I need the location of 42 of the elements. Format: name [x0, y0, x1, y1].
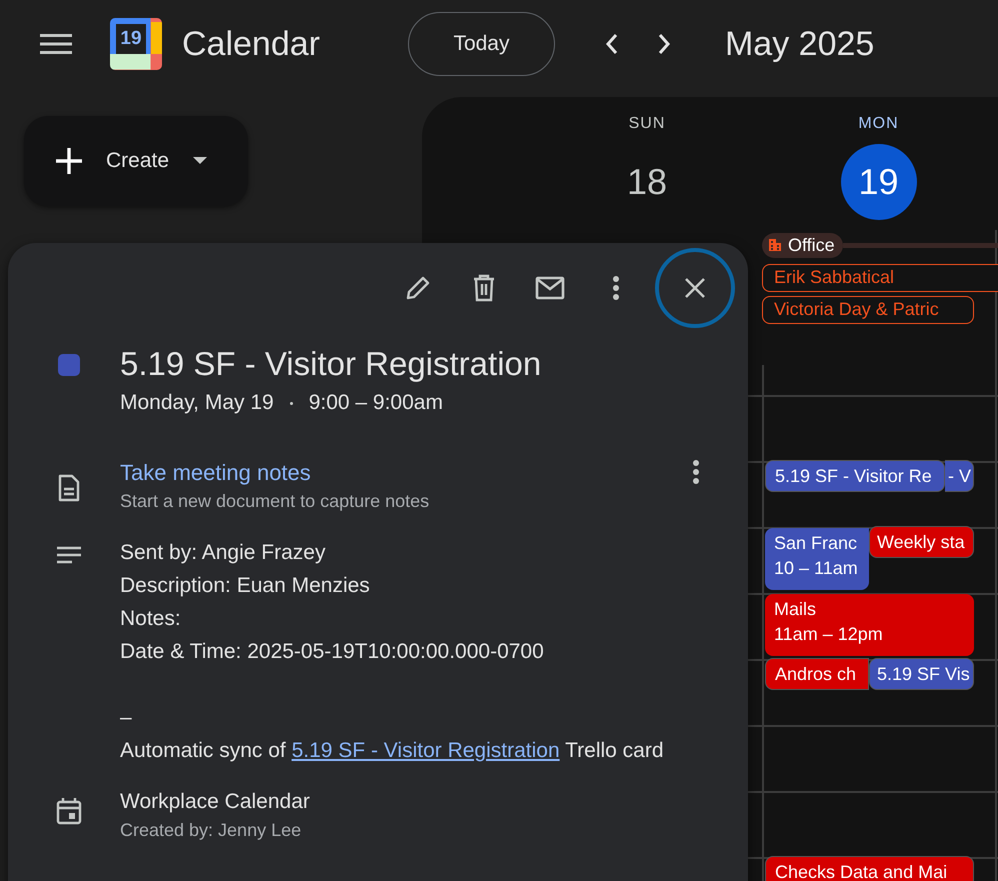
trello-card-link[interactable]: 5.19 SF - Visitor Registration — [292, 739, 560, 762]
current-period: May 2025 — [724, 24, 874, 64]
calendar-event[interactable]: Weekly sta — [869, 526, 974, 558]
menu-icon[interactable] — [40, 32, 72, 56]
building-icon — [768, 238, 782, 252]
calendar-event[interactable]: Andros ch — [765, 658, 869, 690]
weekday-label: MON — [858, 115, 899, 134]
calendar-event[interactable]: - V — [945, 460, 974, 492]
take-notes-link[interactable]: Take meeting notes — [120, 458, 311, 488]
description-icon — [56, 546, 82, 564]
event-time: 9:00 – 9:00am — [308, 390, 443, 416]
working-location-chip[interactable]: Office — [762, 232, 843, 258]
event-date: Monday, May 19 — [120, 390, 274, 416]
all-day-event[interactable]: Erik Sabbatical — [762, 264, 998, 292]
description-line: Description: Euan Menzies — [120, 573, 371, 599]
event-creator: Created by: Jenny Lee — [120, 819, 302, 842]
weekday-label: SUN — [628, 115, 666, 134]
all-day-event[interactable]: Victoria Day & Patric — [762, 296, 974, 324]
separator-text: – — [120, 705, 133, 731]
calendar-event[interactable]: Mails 11am – 12pm — [765, 594, 974, 656]
caret-icon — [193, 157, 208, 165]
close-icon — [684, 277, 706, 299]
notes-hint: Start a new document to capture notes — [120, 490, 430, 513]
calendar-name: Workplace Calendar — [120, 789, 311, 815]
calendar-event[interactable]: 5.19 SF - Visitor Re — [765, 460, 945, 492]
calendar-event[interactable]: 5.19 SF Vis — [869, 658, 974, 690]
calendar-event[interactable]: Checks Data and Mai — [765, 856, 974, 881]
event-title: 5.19 SF - Visitor Registration — [120, 344, 542, 384]
calendar-icon — [56, 797, 82, 825]
day-number[interactable]: 19 — [840, 144, 916, 220]
description-line: Date & Time: 2025-05-19T10:00:00.000-0700 — [120, 639, 545, 665]
calendar-logo: 19 — [110, 18, 162, 70]
day-number[interactable]: 18 — [609, 144, 685, 220]
today-button[interactable]: Today — [408, 12, 555, 76]
calendar-event[interactable]: San Franc 10 – 11am — [765, 528, 869, 590]
plus-icon — [54, 146, 84, 176]
description-line: Notes: — [120, 606, 182, 632]
create-button[interactable]: Create — [24, 116, 248, 206]
description-line: Sent by: Angie Frazey — [120, 540, 326, 566]
app-title: Calendar — [182, 24, 320, 64]
document-icon — [58, 474, 80, 502]
sync-note: Automatic sync of 5.19 SF - Visitor Registration Trello card — [120, 738, 665, 764]
